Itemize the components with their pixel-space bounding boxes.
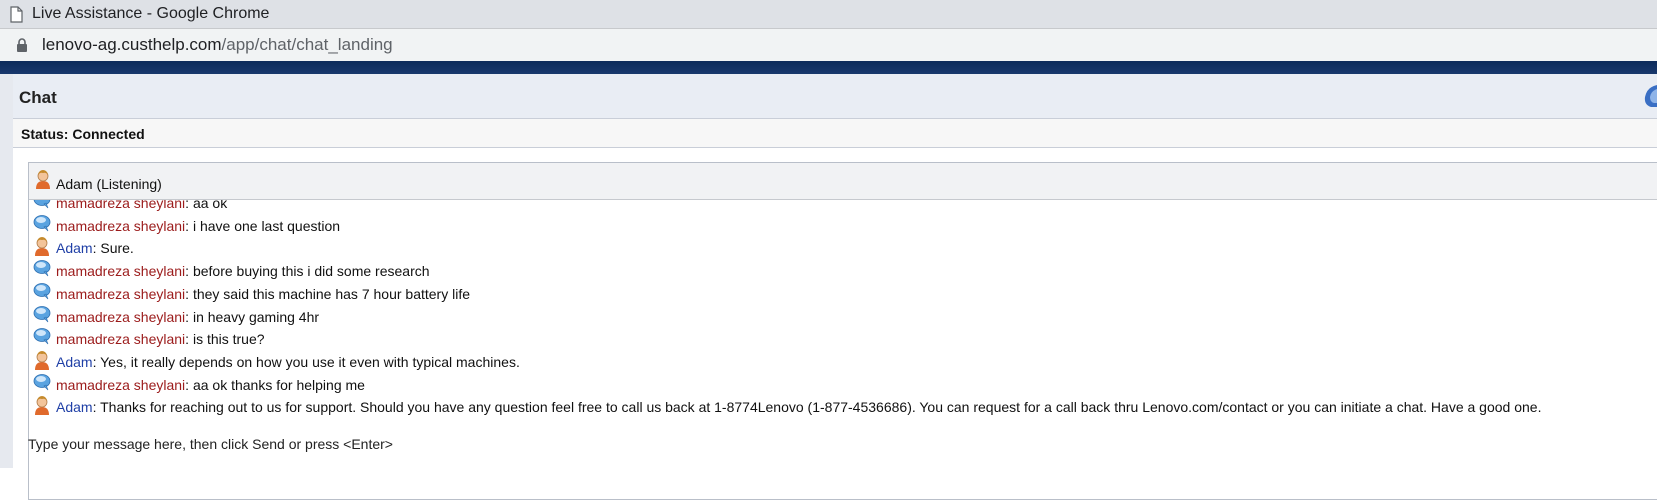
address-bar[interactable]: lenovo-ag.custhelp.com/app/chat/chat_lan… — [0, 28, 1657, 61]
message-text: is this true? — [192, 331, 265, 348]
speech-bubble-icon — [33, 259, 51, 280]
message-text: before buying this i did some research — [192, 263, 430, 280]
message-input-hint[interactable]: Type your message here, then click Send … — [28, 436, 393, 452]
chat-message: Adam: Sure. — [29, 237, 1657, 259]
chat-message: mamadreza sheylani: before buying this i… — [29, 260, 1657, 282]
speech-bubble-icon — [33, 200, 51, 212]
window-title: Live Assistance - Google Chrome — [32, 5, 270, 22]
message-content: mamadreza sheylani: is this true? — [56, 331, 265, 347]
chat-message: mamadreza sheylani: aa ok — [29, 200, 1657, 214]
message-sender: Adam — [56, 240, 93, 257]
message-content: mamadreza sheylani: i have one last ques… — [56, 218, 340, 234]
message-sender: mamadreza sheylani — [56, 331, 186, 348]
agent-status-bar: Adam (Listening) — [29, 163, 1657, 200]
url-path: /app/chat/chat_landing — [221, 35, 393, 54]
message-sender: mamadreza sheylani — [56, 217, 186, 234]
chat-message: mamadreza sheylani: they said this machi… — [29, 282, 1657, 305]
chat-message: mamadreza sheylani: is this true? — [29, 328, 1657, 350]
speech-bubble-icon — [33, 327, 51, 348]
lock-icon — [17, 38, 27, 52]
message-text: Sure. — [100, 240, 134, 257]
message-text: they said this machine has 7 hour batter… — [192, 285, 470, 302]
message-text: aa ok — [192, 200, 228, 211]
message-content: Adam: Yes, it really depends on how you … — [56, 354, 520, 370]
agent-listening-status: Adam (Listening) — [56, 176, 162, 192]
url-text[interactable]: lenovo-ag.custhelp.com/app/chat/chat_lan… — [42, 35, 393, 55]
agent-avatar-icon — [36, 170, 50, 189]
message-sender: mamadreza sheylani — [56, 263, 186, 280]
sender-separator: : — [185, 376, 193, 393]
status-bar: Status: Connected — [13, 119, 1657, 148]
chat-message: mamadreza sheylani: aa ok thanks for hel… — [29, 373, 1657, 396]
agent-avatar-icon — [33, 395, 51, 418]
agent-avatar-icon — [33, 350, 51, 373]
message-sender: mamadreza sheylani — [56, 376, 186, 393]
speech-bubble-icon — [33, 373, 51, 394]
speech-bubble-icon — [33, 282, 51, 303]
sender-separator: : — [185, 200, 193, 211]
message-content: mamadreza sheylani: in heavy gaming 4hr — [56, 309, 319, 325]
chat-transcript: mamadreza sheylani: aa ok mamadreza sheyl… — [29, 200, 1657, 498]
sender-separator: : — [92, 399, 101, 416]
chat-page: Chat Status: Connected Adam (Listening) … — [0, 74, 1657, 500]
url-domain: lenovo-ag.custhelp.com — [42, 35, 222, 54]
chat-message: Adam: Yes, it really depends on how you … — [29, 350, 1657, 373]
sender-separator: : — [185, 285, 193, 302]
message-content: mamadreza sheylani: they said this machi… — [56, 286, 470, 302]
speech-bubble-icon — [33, 214, 51, 235]
message-content: Adam: Sure. — [56, 240, 134, 256]
message-sender: mamadreza sheylani — [56, 285, 186, 302]
header-band — [0, 61, 1657, 74]
chat-header: Chat — [13, 74, 1657, 119]
sender-separator: : — [92, 353, 101, 370]
agent-avatar-icon — [33, 236, 51, 259]
message-sender: mamadreza sheylani — [56, 200, 186, 211]
message-content: mamadreza sheylani: aa ok thanks for hel… — [56, 377, 365, 393]
connection-status: Status: Connected — [21, 126, 145, 142]
chat-message: mamadreza sheylani: i have one last ques… — [29, 214, 1657, 237]
chat-message: Adam: Thanks for reaching out to us for … — [29, 396, 1657, 418]
message-content: Adam: Thanks for reaching out to us for … — [56, 399, 1541, 415]
message-sender: mamadreza sheylani — [56, 308, 186, 325]
window-titlebar: Live Assistance - Google Chrome — [0, 0, 1657, 28]
speech-bubble-icon — [33, 305, 51, 326]
message-sender: Adam — [56, 399, 93, 416]
message-text: in heavy gaming 4hr — [192, 308, 320, 325]
message-text: aa ok thanks for helping me — [192, 376, 365, 393]
sender-separator: : — [185, 331, 193, 348]
message-text: Yes, it really depends on how you use it… — [100, 353, 520, 370]
message-text: Thanks for reaching out to us for suppor… — [100, 399, 1542, 416]
sender-separator: : — [185, 308, 193, 325]
sender-separator: : — [185, 217, 193, 234]
message-content: mamadreza sheylani: aa ok — [56, 200, 227, 211]
message-content: mamadreza sheylani: before buying this i… — [56, 263, 430, 279]
chat-message: mamadreza sheylani: in heavy gaming 4hr — [29, 305, 1657, 328]
message-text: i have one last question — [192, 217, 341, 234]
sender-separator: : — [185, 263, 193, 280]
document-icon — [10, 5, 23, 23]
message-sender: Adam — [56, 353, 93, 370]
chat-title: Chat — [19, 88, 57, 107]
left-margin — [0, 74, 13, 468]
agent-avatar-icon — [1644, 85, 1657, 107]
